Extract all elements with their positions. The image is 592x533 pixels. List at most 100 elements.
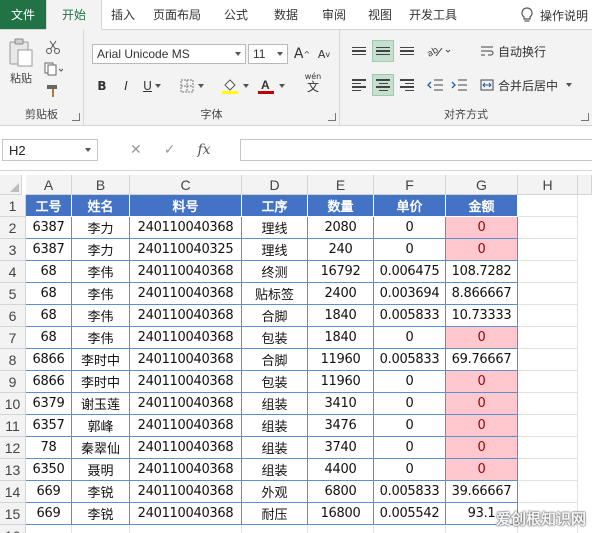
empty-cell[interactable] <box>518 437 578 459</box>
table-cell[interactable]: 1840 <box>308 327 374 349</box>
table-cell[interactable]: 终测 <box>242 261 308 283</box>
increase-indent-button[interactable] <box>448 74 470 96</box>
align-top-button[interactable] <box>348 40 370 62</box>
alignment-launcher-icon[interactable] <box>581 113 589 121</box>
table-cell[interactable]: 0 <box>446 459 518 481</box>
font-size-dropdown[interactable]: 11 <box>248 44 288 64</box>
table-cell[interactable]: 李伟 <box>72 283 130 305</box>
column-header-d[interactable]: D <box>242 175 308 195</box>
table-cell[interactable]: 0 <box>374 327 446 349</box>
decrease-indent-button[interactable] <box>424 74 446 96</box>
table-cell[interactable]: 0 <box>446 371 518 393</box>
table-cell[interactable]: 11960 <box>308 371 374 393</box>
table-cell[interactable]: 3410 <box>308 393 374 415</box>
row-header-4[interactable]: 4 <box>0 261 26 283</box>
borders-button[interactable] <box>178 76 206 96</box>
table-header-cell[interactable]: 工序 <box>242 195 308 217</box>
table-cell[interactable]: 68 <box>26 327 72 349</box>
merge-center-button[interactable]: 合并后居中 <box>480 74 573 96</box>
table-cell[interactable]: 1840 <box>308 305 374 327</box>
row-header-12[interactable]: 12 <box>0 437 26 459</box>
table-cell[interactable]: 0 <box>374 393 446 415</box>
column-header-a[interactable]: A <box>26 175 72 195</box>
fill-color-button[interactable] <box>220 76 250 96</box>
empty-cell[interactable] <box>518 305 578 327</box>
cut-button[interactable] <box>42 38 64 56</box>
table-header-cell[interactable]: 姓名 <box>72 195 130 217</box>
empty-cell[interactable] <box>242 525 308 533</box>
table-cell[interactable]: 240110040368 <box>130 327 242 349</box>
table-cell[interactable]: 0.005542 <box>374 503 446 525</box>
table-cell[interactable]: 240110040368 <box>130 393 242 415</box>
table-cell[interactable]: 240110040368 <box>130 481 242 503</box>
menu-tab-0[interactable]: 文件 <box>0 0 46 29</box>
table-header-cell[interactable]: 数量 <box>308 195 374 217</box>
table-cell[interactable]: 240110040368 <box>130 217 242 239</box>
table-cell[interactable]: 0 <box>374 371 446 393</box>
table-cell[interactable]: 合脚 <box>242 305 308 327</box>
table-cell[interactable]: 6350 <box>26 459 72 481</box>
table-cell[interactable]: 78 <box>26 437 72 459</box>
table-cell[interactable]: 4400 <box>308 459 374 481</box>
insert-function-icon[interactable]: fx <box>197 142 210 158</box>
table-cell[interactable]: 6866 <box>26 349 72 371</box>
table-cell[interactable]: 郭峰 <box>72 415 130 437</box>
font-launcher-icon[interactable] <box>328 113 336 121</box>
table-cell[interactable]: 李时中 <box>72 371 130 393</box>
empty-cell[interactable] <box>518 217 578 239</box>
table-cell[interactable]: 669 <box>26 503 72 525</box>
table-cell[interactable]: 组装 <box>242 437 308 459</box>
table-cell[interactable]: 240110040368 <box>130 415 242 437</box>
table-cell[interactable]: 240110040368 <box>130 371 242 393</box>
table-cell[interactable]: 8.866667 <box>446 283 518 305</box>
row-header-16[interactable]: 16 <box>0 525 26 533</box>
table-cell[interactable]: 3476 <box>308 415 374 437</box>
table-header-cell[interactable]: 单价 <box>374 195 446 217</box>
cancel-icon[interactable]: ✕ <box>130 142 142 158</box>
row-header-15[interactable]: 15 <box>0 503 26 525</box>
column-header-c[interactable]: C <box>130 175 242 195</box>
format-painter-button[interactable] <box>42 82 64 100</box>
row-header-9[interactable]: 9 <box>0 371 26 393</box>
table-cell[interactable]: 0.005833 <box>374 305 446 327</box>
table-cell[interactable]: 240110040368 <box>130 503 242 525</box>
table-cell[interactable]: 0 <box>446 415 518 437</box>
copy-button[interactable] <box>42 60 64 78</box>
table-cell[interactable]: 0 <box>446 327 518 349</box>
column-header-f[interactable]: F <box>374 175 446 195</box>
table-cell[interactable]: 6357 <box>26 415 72 437</box>
menu-tab-3[interactable]: 页面布局 <box>144 0 210 29</box>
table-cell[interactable]: 16800 <box>308 503 374 525</box>
row-header-13[interactable]: 13 <box>0 459 26 481</box>
table-cell[interactable]: 0.006475 <box>374 261 446 283</box>
bold-button[interactable]: B <box>94 76 110 96</box>
italic-button[interactable]: I <box>118 76 134 96</box>
table-cell[interactable]: 0.003694 <box>374 283 446 305</box>
table-cell[interactable]: 组装 <box>242 459 308 481</box>
paste-button[interactable]: 粘贴 <box>6 38 36 94</box>
align-middle-button[interactable] <box>372 40 394 62</box>
table-cell[interactable]: 240110040368 <box>130 261 242 283</box>
align-center-button[interactable] <box>372 74 394 96</box>
wrap-text-button[interactable]: 自动换行 <box>480 40 546 62</box>
empty-cell[interactable] <box>72 525 130 533</box>
clipboard-launcher-icon[interactable] <box>72 113 80 121</box>
table-cell[interactable]: 秦翠仙 <box>72 437 130 459</box>
table-cell[interactable]: 李时中 <box>72 349 130 371</box>
empty-cell[interactable] <box>518 261 578 283</box>
tell-me[interactable]: 操作说明 <box>512 0 592 30</box>
table-cell[interactable]: 组装 <box>242 415 308 437</box>
select-all-button[interactable] <box>0 175 22 195</box>
table-cell[interactable]: 包装 <box>242 327 308 349</box>
menu-tab-5[interactable]: 数据 <box>262 0 310 29</box>
column-header-b[interactable]: B <box>72 175 130 195</box>
table-cell[interactable]: 240110040368 <box>130 459 242 481</box>
empty-cell[interactable] <box>518 327 578 349</box>
table-cell[interactable]: 谢玉莲 <box>72 393 130 415</box>
table-cell[interactable]: 240110040368 <box>130 283 242 305</box>
table-cell[interactable]: 39.66667 <box>446 481 518 503</box>
table-header-cell[interactable]: 金额 <box>446 195 518 217</box>
column-header-e[interactable]: E <box>308 175 374 195</box>
table-cell[interactable]: 240110040368 <box>130 437 242 459</box>
table-cell[interactable]: 0 <box>374 217 446 239</box>
